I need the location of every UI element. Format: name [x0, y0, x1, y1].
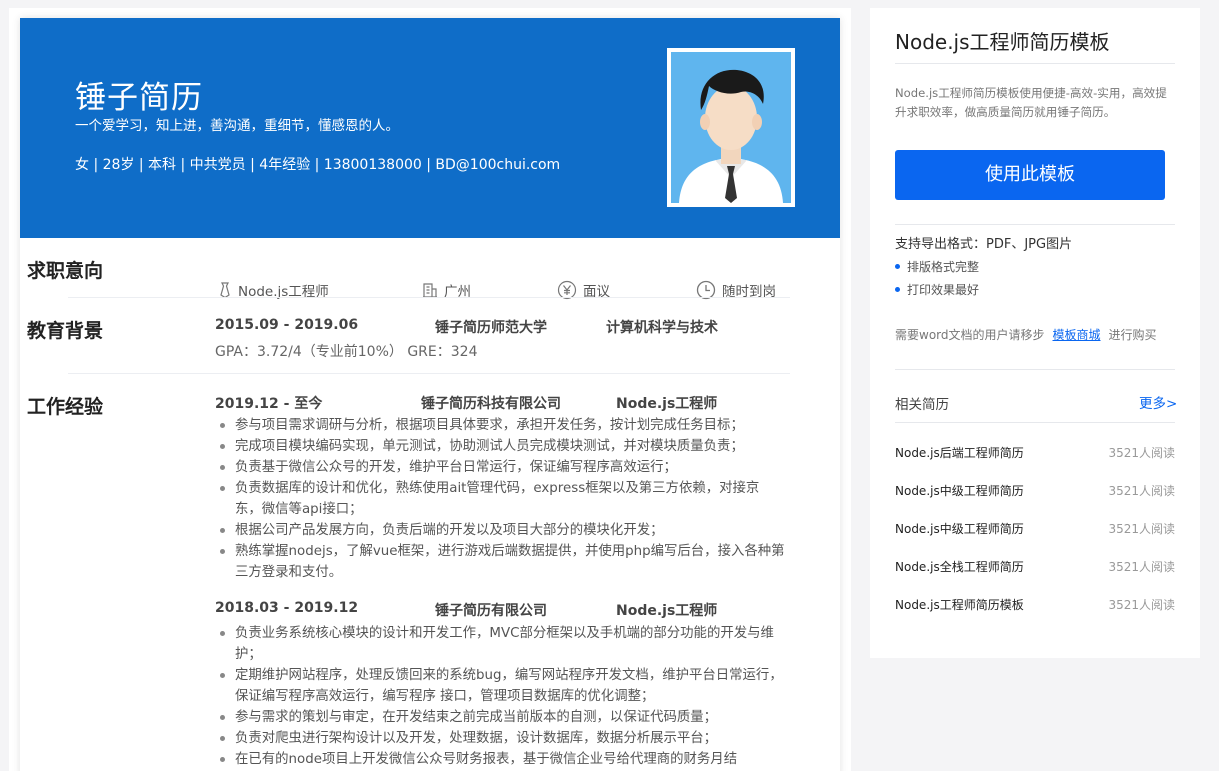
resume-motto: 一个爱学习，知上进，善沟通，重细节，懂感恩的人。: [75, 118, 399, 134]
job-title: Node.js工程师: [616, 396, 718, 412]
list-item: 完成项目模块编码实现，单元测试，协助测试人员完成模块测试，并对模块质量负责；: [215, 436, 785, 457]
related-heading: 相关简历: [895, 397, 949, 413]
related-item-name[interactable]: Node.js后端工程师简历: [895, 444, 1024, 461]
template-store-link[interactable]: 模板商城: [1053, 328, 1101, 342]
tie-icon: [220, 282, 230, 298]
list-item: 负责数据库的设计和优化，熟练使用ait管理代码，express框架以及第三方依赖…: [215, 478, 785, 520]
related-item-name[interactable]: Node.js中级工程师简历: [895, 520, 1024, 537]
list-item: 根据公司产品发展方向，负责后端的开发以及项目大部分的模块化开发；: [215, 520, 785, 541]
related-item-reads: 3521人阅读: [1108, 484, 1175, 498]
feature-item: 排版格式完整: [895, 258, 979, 275]
template-description: Node.js工程师简历模板使用便捷-高效-实用，高效提升求职效率，做高质量简历…: [895, 86, 1167, 119]
list-item: 在已有的node项目上开发微信公众号财务报表，基于微信企业号给代理商的财务月结: [215, 749, 785, 770]
job-period: 2018.03 - 2019.12: [215, 600, 359, 616]
job-company: 锤子简历有限公司: [435, 603, 547, 619]
building-icon: [423, 283, 437, 298]
related-item[interactable]: Node.js中级工程师简历 3521人阅读: [895, 482, 1175, 499]
related-item[interactable]: Node.js中级工程师简历 3521人阅读: [895, 520, 1175, 537]
feature-text: 打印效果最好: [907, 283, 980, 297]
related-item[interactable]: Node.js后端工程师简历 3521人阅读: [895, 444, 1175, 461]
job-duties-list: 参与项目需求调研与分析，根据项目具体要求，承担开发任务，按计划完成任务目标； 完…: [215, 415, 785, 583]
template-sidebar: Node.js工程师简历模板 Node.js工程师简历模板使用便捷-高效-实用，…: [870, 8, 1200, 658]
list-item: 熟练掌握nodejs，了解vue框架，进行游戏后端数据提供，并使用php编写后台…: [215, 541, 785, 583]
related-item-name[interactable]: Node.js全栈工程师简历: [895, 558, 1024, 575]
resume-basic-info: 女 | 28岁 | 本科 | 中共党员 | 4年经验 | 13800138000…: [75, 157, 561, 173]
resume-header: 锤子简历 一个爱学习，知上进，善沟通，重细节，懂感恩的人。 女 | 28岁 | …: [20, 18, 840, 238]
related-item-reads: 3521人阅读: [1108, 560, 1175, 574]
related-item[interactable]: Node.js全栈工程师简历 3521人阅读: [895, 558, 1175, 575]
education-scores: GPA：3.72/4（专业前10%） GRE：324: [215, 344, 478, 360]
section-divider: [68, 297, 790, 298]
education-period: 2015.09 - 2019.06: [215, 317, 359, 333]
list-item: 负责业务系统核心模块的设计和开发工作，MVC部分框架以及手机端的部分功能的开发与…: [215, 623, 785, 665]
list-item: 负责基于微信公众号的开发，维护平台日常运行，保证编写程序高效运行；: [215, 457, 785, 478]
template-title: Node.js工程师简历模板: [895, 30, 1110, 54]
bullet-dot: [895, 287, 900, 292]
feature-text: 排版格式完整: [907, 260, 980, 274]
education-major: 计算机科学与技术: [606, 320, 718, 336]
list-item: 负责对爬虫进行架构设计以及开发，处理数据，设计数据库，数据分析展示平台；: [215, 728, 785, 749]
related-item-name[interactable]: Node.js工程师简历模板: [895, 596, 1024, 613]
more-link[interactable]: 更多>: [1139, 392, 1177, 412]
resume-preview: 锤子简历 一个爱学习，知上进，善沟通，重细节，懂感恩的人。 女 | 28岁 | …: [20, 18, 840, 771]
related-item-reads: 3521人阅读: [1108, 522, 1175, 536]
section-title-intent: 求职意向: [27, 260, 104, 282]
word-note-prefix: 需要word文档的用户请移步: [895, 328, 1045, 342]
education-school: 锤子简历师范大学: [435, 320, 547, 336]
related-item-reads: 3521人阅读: [1108, 446, 1175, 460]
job-title: Node.js工程师: [616, 603, 718, 619]
related-item[interactable]: Node.js工程师简历模板 3521人阅读: [895, 596, 1175, 613]
related-item-reads: 3521人阅读: [1108, 598, 1175, 612]
export-formats: 支持导出格式：PDF、JPG图片: [895, 237, 1073, 252]
divider: [895, 369, 1175, 370]
section-divider: [68, 373, 790, 374]
job-period: 2019.12 - 至今: [215, 396, 323, 412]
word-note-suffix: 进行购买: [1108, 328, 1157, 342]
word-doc-note: 需要word文档的用户请移步 模板商城 进行购买: [895, 326, 1157, 343]
bullet-dot: [895, 264, 900, 269]
related-item-name[interactable]: Node.js中级工程师简历: [895, 482, 1024, 499]
avatar: [667, 48, 795, 207]
divider: [895, 224, 1175, 225]
avatar-illustration: [679, 69, 783, 203]
job-duties-list: 负责业务系统核心模块的设计和开发工作，MVC部分框架以及手机端的部分功能的开发与…: [215, 623, 785, 770]
feature-item: 打印效果最好: [895, 281, 979, 298]
resume-name: 锤子简历: [75, 80, 203, 116]
section-title-work: 工作经验: [27, 396, 104, 418]
list-item: 定期维护网站程序，处理反馈回来的系统bug，编写网站程序开发文档，维护平台日常运…: [215, 665, 785, 707]
list-item: 参与需求的策划与审定，在开发结束之前完成当前版本的自测，以保证代码质量；: [215, 707, 785, 728]
divider: [895, 422, 1175, 423]
use-template-button[interactable]: 使用此模板: [895, 150, 1165, 200]
job-company: 锤子简历科技有限公司: [421, 396, 561, 412]
section-title-education: 教育背景: [27, 320, 104, 342]
list-item: 参与项目需求调研与分析，根据项目具体要求，承担开发任务，按计划完成任务目标；: [215, 415, 785, 436]
divider: [895, 63, 1175, 64]
